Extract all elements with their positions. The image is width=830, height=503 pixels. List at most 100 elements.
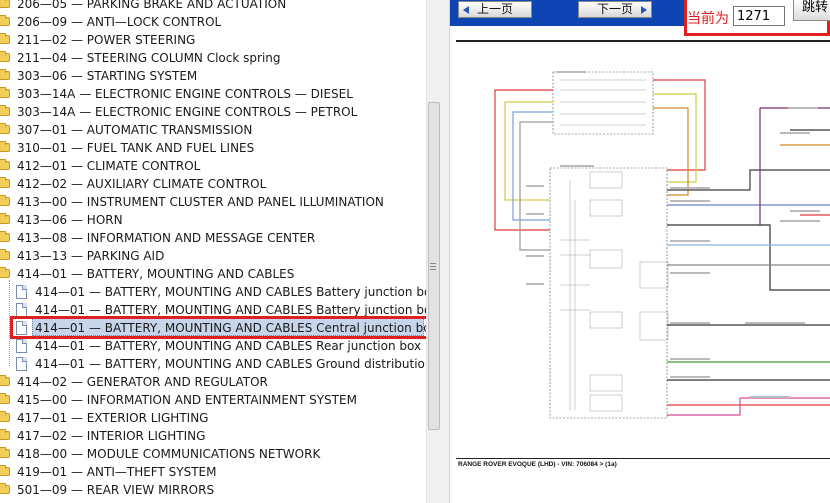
tree-document-item[interactable]: 414—01 — BATTERY, MOUNTING AND CABLES Re…: [0, 337, 426, 355]
tree-item-label: 206—05 — PARKING BRAKE AND ACTUATION: [17, 0, 287, 11]
tree-item-label: 412—01 — CLIMATE CONTROL: [17, 159, 201, 173]
wiring-diagram: [494, 71, 830, 419]
folder-icon: [0, 33, 10, 44]
tree-item-label: 413—06 — HORN: [17, 213, 123, 227]
prev-page-label: 上一页: [476, 2, 513, 16]
folder-icon: [0, 0, 10, 8]
folder-icon: [0, 483, 10, 494]
tree-item-label: 211—04 — STEERING COLUMN Clock spring: [17, 51, 281, 65]
header-rule: [456, 40, 830, 42]
tree-item-label: 303—14A — ELECTRONIC ENGINE CONTROLS — D…: [17, 87, 353, 101]
tree-folder-item[interactable]: 417—01 — EXTERIOR LIGHTING: [0, 409, 426, 427]
folder-icon: [0, 213, 10, 224]
current-page-label: 当前为: [687, 11, 729, 27]
folder-icon: [0, 393, 10, 404]
tree-scrollbar[interactable]: [426, 0, 440, 503]
tree-item-label: 414—01 — BATTERY, MOUNTING AND CABLES Re…: [35, 339, 422, 353]
tree-folder-item[interactable]: 414—02 — GENERATOR AND REGULATOR: [0, 373, 426, 391]
tree-item-label: 413—08 — INFORMATION AND MESSAGE CENTER: [17, 231, 316, 245]
page-number-input[interactable]: [733, 6, 785, 26]
arrow-right-icon: [641, 6, 647, 14]
folder-icon: [0, 141, 10, 152]
tree-item-label: 418—00 — MODULE COMMUNICATIONS NETWORK: [17, 447, 321, 461]
tree-folder-item[interactable]: 206—09 — ANTI—LOCK CONTROL: [0, 13, 426, 31]
tree-item-label: 413—00 — INSTRUMENT CLUSTER AND PANEL IL…: [17, 195, 384, 209]
tree-folder-item[interactable]: 211—04 — STEERING COLUMN Clock spring: [0, 49, 426, 67]
document-icon: [16, 285, 27, 299]
section-tree: 206—05 — PARKING BRAKE AND ACTUATION 206—…: [0, 0, 426, 503]
folder-icon: [0, 411, 10, 422]
tree-item-label: 414—01 — BATTERY, MOUNTING AND CABLES Ba…: [35, 285, 426, 299]
tree-folder-item[interactable]: 415—00 — INFORMATION AND ENTERTAINMENT S…: [0, 391, 426, 409]
tree-folder-item[interactable]: 412—02 — AUXILIARY CLIMATE CONTROL: [0, 175, 426, 193]
tree-folder-item[interactable]: 419—01 — ANTI—THEFT SYSTEM: [0, 463, 426, 481]
tree-item-label: 211—02 — POWER STEERING: [17, 33, 196, 47]
tree-folder-item[interactable]: 417—02 — INTERIOR LIGHTING: [0, 427, 426, 445]
next-page-label: 下一页: [596, 2, 633, 16]
folder-icon: [0, 429, 10, 440]
folder-icon: [0, 249, 10, 260]
tree-folder-item[interactable]: 413—08 — INFORMATION AND MESSAGE CENTER: [0, 229, 426, 247]
tree-folder-item[interactable]: 303—14A — ELECTRONIC ENGINE CONTROLS — P…: [0, 103, 426, 121]
folder-icon: [0, 465, 10, 476]
tree-folder-item[interactable]: 310—01 — FUEL TANK AND FUEL LINES: [0, 139, 426, 157]
folder-icon: [0, 51, 10, 62]
go-page-button[interactable]: 跳转: [793, 0, 830, 21]
folder-icon: [0, 105, 10, 116]
tree-item-label: 417—02 — INTERIOR LIGHTING: [17, 429, 206, 443]
folder-icon: [0, 15, 10, 26]
tree-item-label: 419—01 — ANTI—THEFT SYSTEM: [17, 465, 217, 479]
tree-folder-item[interactable]: 501—09 — REAR VIEW MIRRORS: [0, 481, 426, 499]
folder-icon: [0, 69, 10, 80]
tree-folder-item[interactable]: 303—06 — STARTING SYSTEM: [0, 67, 426, 85]
tree-document-item[interactable]: 414—01 — BATTERY, MOUNTING AND CABLES Gr…: [0, 355, 426, 373]
page-jump-callout: 当前为 跳转: [684, 0, 830, 36]
tree-item-label: 307—01 — AUTOMATIC TRANSMISSION: [17, 123, 253, 137]
tree-item-label: 303—06 — STARTING SYSTEM: [17, 69, 198, 83]
folder-icon: [0, 267, 10, 278]
tree-item-label: 414—01 — BATTERY, MOUNTING AND CABLES: [17, 267, 295, 281]
folder-icon: [0, 375, 10, 386]
central-junction-box: [549, 167, 668, 419]
tree-item-label: 414—02 — GENERATOR AND REGULATOR: [17, 375, 268, 389]
tree-item-label: 414—01 — BATTERY, MOUNTING AND CABLES Gr…: [35, 357, 426, 371]
tree-folder-item[interactable]: 211—02 — POWER STEERING: [0, 31, 426, 49]
tree-document-item[interactable]: 414—01 — BATTERY, MOUNTING AND CABLES Ba…: [0, 283, 426, 301]
tree-folder-item[interactable]: 413—06 — HORN: [0, 211, 426, 229]
tree-item-label: 415—00 — INFORMATION AND ENTERTAINMENT S…: [17, 393, 357, 407]
document-icon: [16, 303, 27, 317]
tree-folder-item[interactable]: 412—01 — CLIMATE CONTROL: [0, 157, 426, 175]
tree-folder-item[interactable]: 413—00 — INSTRUMENT CLUSTER AND PANEL IL…: [0, 193, 426, 211]
scrollbar-grip-icon: [430, 263, 436, 270]
tree-item-label: 310—01 — FUEL TANK AND FUEL LINES: [17, 141, 255, 155]
footer-rule: [456, 458, 830, 459]
folder-icon: [0, 87, 10, 98]
prev-page-button[interactable]: 上一页: [458, 1, 532, 18]
folder-icon: [0, 177, 10, 188]
arrow-left-icon: [463, 6, 469, 14]
document-icon: [16, 357, 27, 371]
document-icon: [16, 339, 27, 353]
tree-item-label: 413—13 — PARKING AID: [17, 249, 165, 263]
folder-icon: [0, 195, 10, 206]
tree-item-label: 417—01 — EXTERIOR LIGHTING: [17, 411, 209, 425]
folder-icon: [0, 231, 10, 242]
tree-folder-item[interactable]: 303—14A — ELECTRONIC ENGINE CONTROLS — D…: [0, 85, 426, 103]
folder-icon: [0, 159, 10, 170]
tree-folder-item[interactable]: 307—01 — AUTOMATIC TRANSMISSION: [0, 121, 426, 139]
folder-icon: [0, 123, 10, 134]
document-viewer: 上一页 下一页 当前为 跳转: [450, 0, 830, 503]
tree-item-label: 412—02 — AUXILIARY CLIMATE CONTROL: [17, 177, 267, 191]
tree-item-label: 303—14A — ELECTRONIC ENGINE CONTROLS — P…: [17, 105, 358, 119]
tree-item-label: 501—09 — REAR VIEW MIRRORS: [17, 483, 215, 497]
pane-splitter[interactable]: [440, 0, 450, 503]
tree-folder-item[interactable]: 418—00 — MODULE COMMUNICATIONS NETWORK: [0, 445, 426, 463]
tree-folder-item[interactable]: 206—05 — PARKING BRAKE AND ACTUATION: [0, 0, 426, 13]
tree-folder-item[interactable]: 414—01 — BATTERY, MOUNTING AND CABLES: [0, 265, 426, 283]
folder-icon: [0, 447, 10, 458]
document-footer: RANGE ROVER EVOQUE (LHD) - VIN: 706084 >…: [458, 461, 617, 468]
tree-item-label: 206—09 — ANTI—LOCK CONTROL: [17, 15, 222, 29]
tree-folder-item[interactable]: 413—13 — PARKING AID: [0, 247, 426, 265]
next-page-button[interactable]: 下一页: [578, 1, 652, 18]
selected-item-callout: [10, 316, 426, 339]
